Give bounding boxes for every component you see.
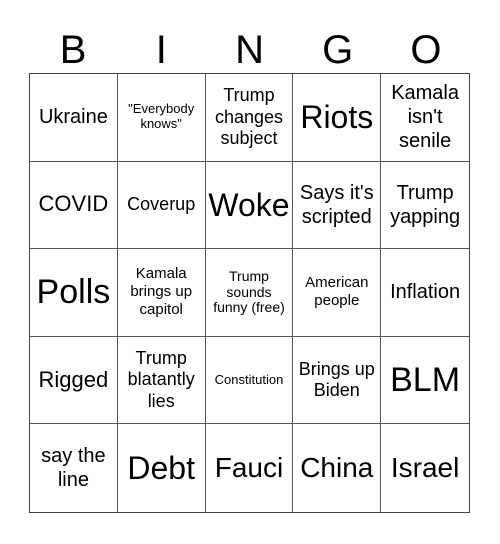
- bingo-cell[interactable]: Fauci: [206, 424, 294, 512]
- bingo-cell[interactable]: Kamala isn't senile: [381, 74, 469, 162]
- bingo-cell[interactable]: Israel: [381, 424, 469, 512]
- bingo-cell[interactable]: "Everybody knows": [117, 74, 206, 162]
- bingo-cell[interactable]: COVID: [30, 161, 118, 250]
- bingo-cell[interactable]: BLM: [381, 337, 469, 425]
- bingo-cell[interactable]: China: [293, 424, 382, 512]
- bingo-cell[interactable]: Riots: [293, 74, 382, 162]
- bingo-cell[interactable]: Trump blatantly lies: [117, 336, 206, 425]
- header-letter-n: N: [235, 28, 264, 72]
- bingo-cell[interactable]: Debt: [118, 424, 206, 512]
- bingo-cell[interactable]: Constitution: [205, 336, 294, 425]
- header-letter-b: B: [59, 28, 87, 72]
- bingo-cell[interactable]: say the line: [30, 424, 118, 512]
- bingo-cell[interactable]: Ukraine: [30, 74, 118, 162]
- bingo-cell[interactable]: American people: [293, 249, 382, 337]
- header-letter-g: G: [322, 28, 354, 72]
- bingo-header: B I N G O: [29, 28, 470, 72]
- bingo-cell[interactable]: Brings up Biden: [293, 336, 382, 425]
- bingo-cell[interactable]: Says it's scripted: [293, 161, 382, 250]
- bingo-grid: Ukraine "Everybody knows" Trump changes …: [29, 73, 470, 513]
- bingo-cell[interactable]: Trump yapping: [381, 162, 469, 250]
- bingo-cell[interactable]: Trump changes subject: [205, 74, 294, 162]
- bingo-cell[interactable]: Polls: [30, 249, 118, 337]
- bingo-cell[interactable]: Kamala brings up capitol: [117, 249, 206, 337]
- bingo-cell[interactable]: Rigged: [30, 336, 118, 425]
- bingo-cell[interactable]: Trump sounds funny (free): [205, 249, 294, 337]
- bingo-cell[interactable]: Coverup: [117, 161, 206, 250]
- bingo-cell[interactable]: Woke: [205, 161, 294, 250]
- header-letter-o: O: [410, 28, 442, 72]
- bingo-cell[interactable]: Inflation: [381, 249, 469, 337]
- header-letter-i: I: [155, 28, 167, 72]
